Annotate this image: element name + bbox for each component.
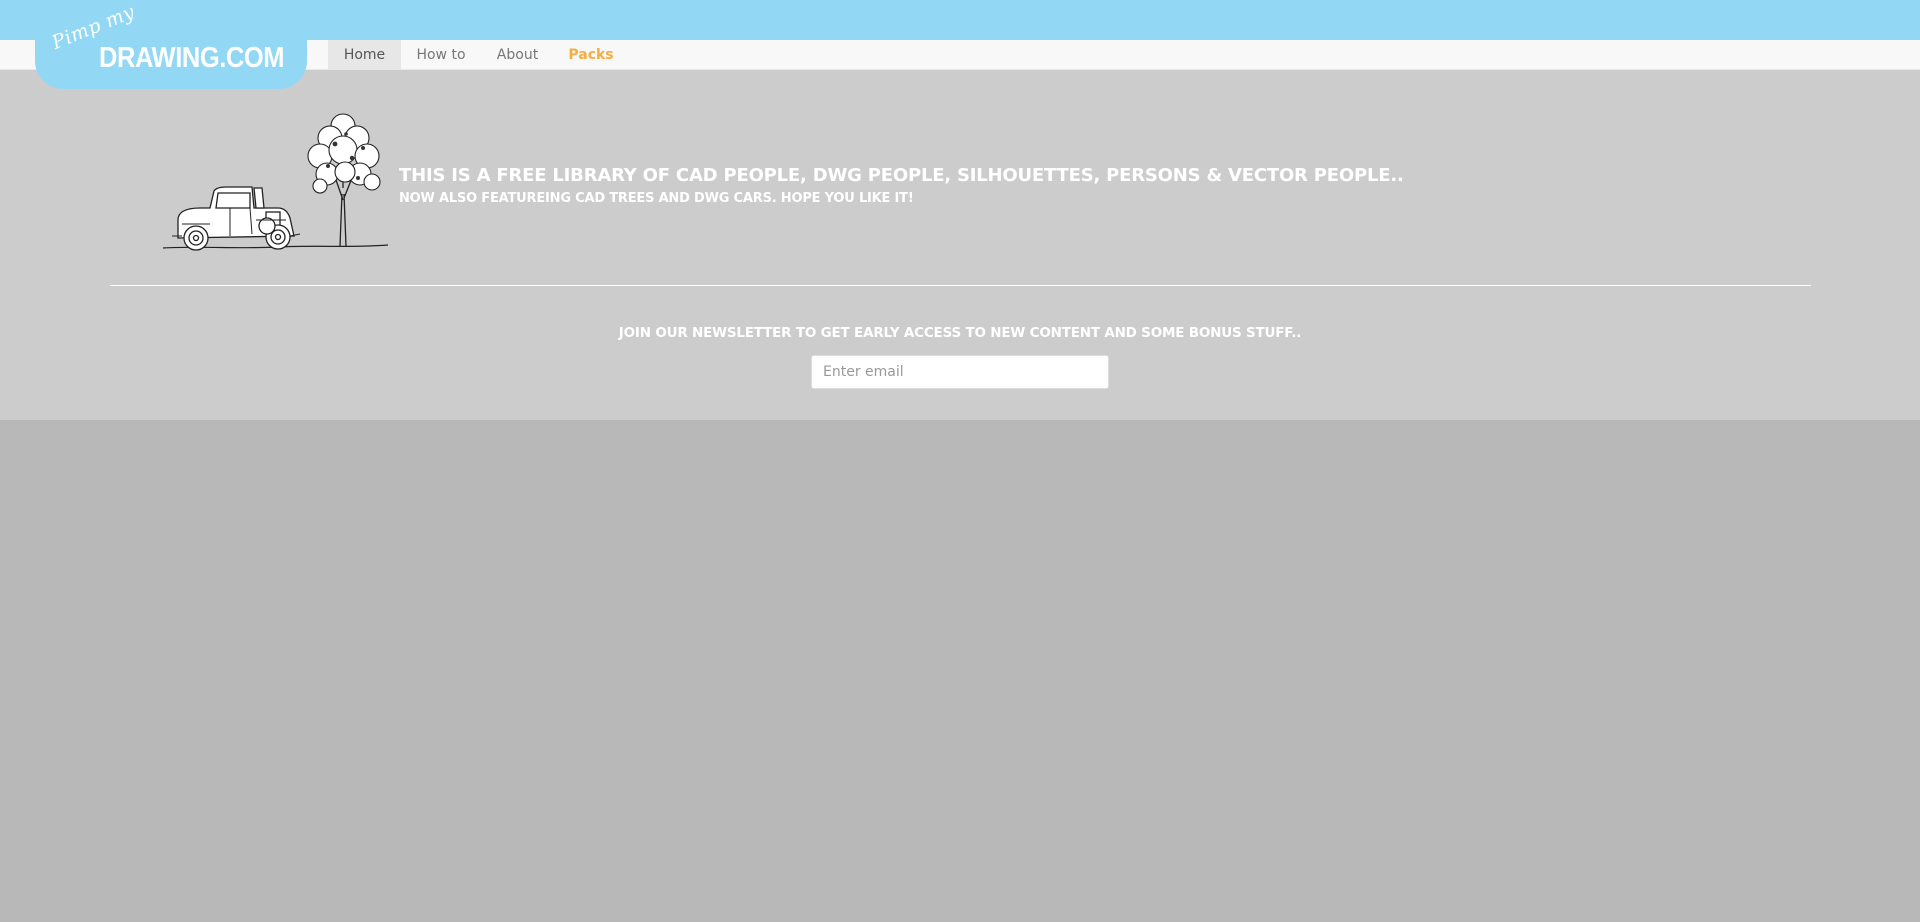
hero-headline: THIS IS A FREE LIBRARY OF CAD PEOPLE, DW… bbox=[399, 165, 1404, 186]
nav-about[interactable]: About bbox=[481, 40, 554, 70]
email-input[interactable] bbox=[811, 355, 1109, 389]
hero-subheadline: NOW ALSO FEATUREING CAD TREES AND DWG CA… bbox=[399, 191, 914, 206]
nav-how-to[interactable]: How to bbox=[401, 40, 481, 70]
hero-section: THIS IS A FREE LIBRARY OF CAD PEOPLE, DW… bbox=[0, 70, 1920, 420]
newsletter-prompt: JOIN OUR NEWSLETTER TO GET EARLY ACCESS … bbox=[618, 325, 1302, 341]
nav-home[interactable]: Home bbox=[328, 40, 401, 70]
logo-main-text: DRAWING.COM bbox=[99, 42, 285, 74]
nav-packs[interactable]: Packs bbox=[554, 40, 628, 70]
site-logo[interactable]: Pimp my DRAWING.COM bbox=[35, 1, 307, 89]
hero-divider bbox=[110, 285, 1811, 286]
car-and-tree-illustration bbox=[162, 113, 389, 251]
